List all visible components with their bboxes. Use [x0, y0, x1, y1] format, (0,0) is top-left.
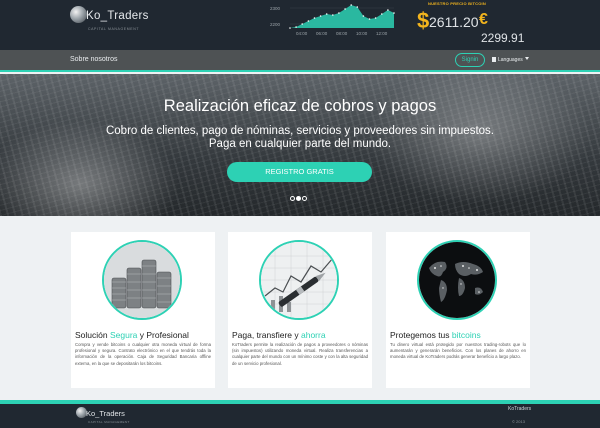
chart-x-tick: 04:00	[296, 31, 308, 36]
card-title: Paga, transfiere y ahorra	[232, 330, 326, 340]
footer-copyright: © 2013	[512, 419, 525, 424]
footer-link[interactable]: KoTraders	[508, 406, 531, 412]
nav-about-link[interactable]: Sobre nosotros	[70, 56, 117, 63]
chart-point	[344, 8, 346, 10]
eur-price: 2299.91	[481, 31, 525, 45]
languages-dropdown[interactable]: Languages	[492, 57, 529, 63]
carousel-dot-active[interactable]	[296, 196, 301, 201]
chart-area	[290, 5, 394, 28]
signin-button[interactable]: Signin	[455, 53, 485, 67]
chart-point	[387, 9, 389, 11]
card-title-highlight: Segura	[109, 330, 138, 340]
chart-point	[362, 15, 365, 17]
feature-card-protect: Protegemos tus bitcoins Tu dinero virtua…	[386, 232, 530, 388]
feature-card-secure: Solución Segura y Profesional Compra y v…	[71, 232, 215, 388]
hero-subtitle-line1: Cobro de clientes, pago de nóminas, serv…	[105, 125, 494, 137]
site-logo[interactable]: Ko_Traders CAPITAL MANAGEMENT	[70, 6, 160, 34]
chart-y-tick: 2200	[270, 22, 281, 27]
chart-x-tick: 06:00	[316, 31, 328, 36]
register-free-button[interactable]: REGISTRO GRATIS	[227, 162, 372, 182]
chart-point	[356, 6, 359, 8]
nav-bar: Sobre nosotros Signin Languages	[0, 50, 600, 72]
hero-subtitle-line2: Paga en cualquier parte del mundo.	[208, 138, 392, 150]
chart-point	[295, 26, 297, 28]
chart-point	[325, 13, 328, 15]
chart-point	[332, 14, 334, 16]
dollar-icon: $	[417, 8, 430, 33]
chart-y-tick: 2300	[270, 6, 281, 11]
euro-icon: €	[479, 11, 488, 28]
chart-point	[381, 13, 383, 15]
logo-orb-icon	[70, 6, 87, 23]
card-title-text: y Profesional	[137, 330, 189, 340]
card-title-text: Protegemos tus	[390, 330, 452, 340]
chart-point	[289, 27, 291, 29]
chart-point	[338, 12, 340, 14]
logo-subtitle: CAPITAL MANAGEMENT	[88, 27, 140, 31]
card-body: KoTraders permite la realización de pago…	[232, 342, 368, 366]
chart-point	[307, 20, 310, 22]
chart-point	[319, 15, 322, 17]
footer-logo-text: Ko_Traders	[86, 409, 125, 418]
chart-point	[350, 4, 352, 6]
hero-banner: Realización eficaz de cobros y pagos Cob…	[0, 74, 600, 216]
chart-point	[374, 17, 377, 19]
bitcoin-price-label: NUESTRO PRECIO BITCOIN	[428, 1, 486, 6]
card-body: Compra y vende bitcoins o cualquier otra…	[75, 342, 211, 366]
chart-x-tick: 10:00	[356, 31, 368, 36]
footer-logo[interactable]: Ko_Traders CAPITAL MANAGEMENT	[76, 407, 146, 425]
carousel-dots	[290, 196, 310, 202]
top-header: Ko_Traders CAPITAL MANAGEMENT 2300 2200 04…	[0, 0, 600, 50]
card-title: Solución Segura y Profesional	[75, 330, 189, 340]
chart-point	[368, 18, 371, 20]
footer: Ko_Traders CAPITAL MANAGEMENT KoTraders …	[0, 404, 600, 428]
footer-logo-subtitle: CAPITAL MANAGEMENT	[88, 420, 130, 424]
chart-x-tick: 08:00	[336, 31, 348, 36]
hero-title: Realización eficaz de cobros y pagos	[163, 97, 437, 115]
bitcoin-price-chart: 2300 2200 04:00 06:00 08:00 10:00 12:00	[270, 4, 395, 36]
logo-text: Ko_Traders	[86, 10, 149, 22]
feature-card-pay: Paga, transfiere y ahorra KoTraders perm…	[228, 232, 372, 388]
languages-label: Languages	[498, 57, 523, 63]
world-map-image	[417, 240, 497, 320]
flag-icon	[492, 57, 496, 62]
carousel-dot[interactable]	[302, 196, 307, 201]
carousel-dot[interactable]	[290, 196, 295, 201]
card-title-text: Solución	[75, 330, 110, 340]
card-title-highlight: ahorra	[300, 330, 326, 340]
card-title-text: Paga, transfiere y	[232, 330, 301, 340]
chart-point	[313, 17, 316, 19]
card-title: Protegemos tus bitcoins	[390, 330, 481, 340]
usd-price: 2611.20	[429, 14, 479, 30]
coins-image	[102, 240, 182, 320]
chart-x-tick: 12:00	[376, 31, 388, 36]
pen-chart-image	[259, 240, 339, 320]
chart-point	[393, 12, 395, 14]
chevron-down-icon	[524, 57, 529, 60]
card-body: Tu dinero virtual está protegido por nue…	[390, 342, 526, 360]
card-title-highlight: bitcoins	[451, 330, 481, 340]
chart-point	[301, 23, 303, 25]
